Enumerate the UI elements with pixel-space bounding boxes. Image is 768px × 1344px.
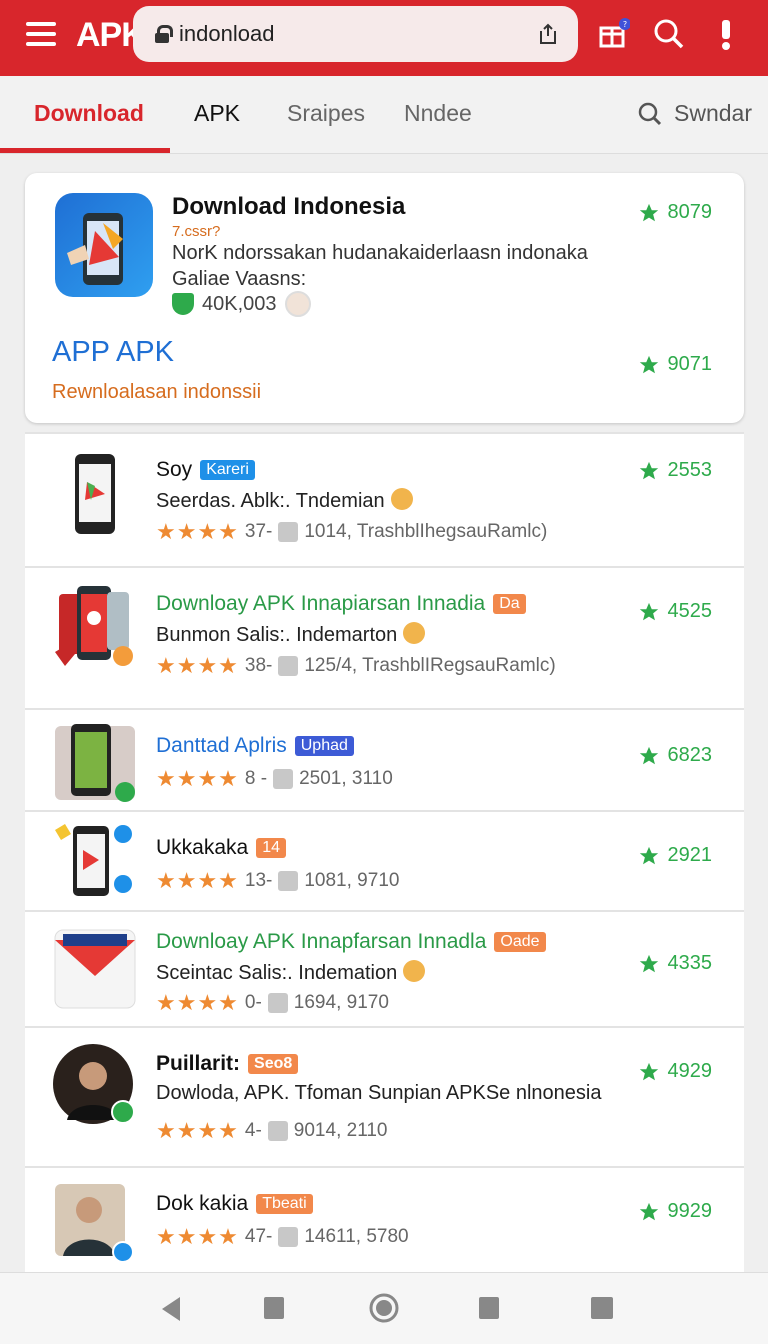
star-icon xyxy=(639,355,658,373)
search-icon[interactable] xyxy=(653,18,685,50)
app-description: Seerdas. Ablk:. Tndemian xyxy=(156,488,413,513)
svg-text:?: ? xyxy=(623,20,627,29)
app-name: Ukkakaka 14 xyxy=(156,836,286,860)
square-icon[interactable] xyxy=(263,1295,285,1321)
section-rating: 9071 xyxy=(638,353,713,376)
app-rating: 2553 xyxy=(638,459,712,482)
home-icon[interactable] xyxy=(369,1293,399,1323)
tab-nndee[interactable]: Nndee xyxy=(404,100,472,127)
app-description: Sceintac Salis:. Indemation xyxy=(156,960,426,985)
section-heading[interactable]: APP APK xyxy=(52,336,174,369)
star-icon xyxy=(639,1062,658,1080)
featured-app-icon xyxy=(55,193,153,297)
tab-apk[interactable]: APK xyxy=(194,100,240,127)
app-name: Danttad Aplris Uphad xyxy=(156,734,354,758)
app-rating: 2921 xyxy=(638,844,712,867)
shield-icon xyxy=(172,293,194,315)
list-item[interactable]: Downloay APK Innapiarsan Innadia Da Bunmo… xyxy=(25,566,744,708)
avatar-icon xyxy=(278,1227,299,1247)
app-name: Soy Kareri xyxy=(156,458,255,482)
featured-app-description: NorK ndorssakan hudanakaiderlaasn indona… xyxy=(172,240,588,292)
app-meta: ★★★★ 13- 1081, 9710 xyxy=(156,868,400,893)
tab-bar: Download APK Sraipes Nndee Swndar xyxy=(0,76,768,154)
share-icon[interactable] xyxy=(536,22,560,46)
featured-rating-value: 8079 xyxy=(667,201,713,223)
tab-search[interactable]: Swndar xyxy=(638,100,752,127)
app-meta: ★★★★ 37- 1014, TrashblIhegsauRamlc) xyxy=(156,519,548,544)
alert-icon[interactable] xyxy=(710,18,742,50)
app-meta: ★★★★ 4- 9014, 2110 xyxy=(156,1118,388,1143)
featured-app-subtitle: 7.cssr? xyxy=(172,223,221,240)
app-description: Bunmon Salis:. Indemarton xyxy=(156,622,426,647)
featured-downloads: 40K,003 xyxy=(202,292,277,315)
menu-icon[interactable] xyxy=(26,22,56,46)
app-header: APK indonload ? xyxy=(0,0,768,76)
app-meta: ★★★★ 8 -2501, 3110 xyxy=(156,766,393,791)
phone-app-icon xyxy=(55,824,132,896)
app-description: Dowloda, APK. Tfoman Sunpian APKSe nlnon… xyxy=(156,1082,602,1104)
star-icon xyxy=(639,203,658,221)
featured-description-line-1: NorK ndorssakan hudanakaiderlaasn indona… xyxy=(172,242,588,264)
featured-app-title: Download Indonesia xyxy=(172,193,406,220)
app-list: Soy Kareri Seerdas. Ablk:. Tndemian ★★★★ 3… xyxy=(25,432,744,1272)
back-icon[interactable] xyxy=(160,1295,182,1323)
featured-rating: 8079 xyxy=(638,201,713,224)
avatar xyxy=(284,291,311,317)
search-icon xyxy=(638,102,662,125)
gift-icon[interactable]: ? xyxy=(598,18,630,50)
star-icon xyxy=(639,746,658,764)
list-item[interactable]: Dok kakia Tbeati ★★★★ 47- 14611, 5780 9929 xyxy=(25,1166,744,1272)
app-rating: 9929 xyxy=(638,1200,712,1223)
star-icon xyxy=(639,1202,658,1220)
list-item[interactable]: Puillarit: Seo8 Dowloda, APK. Tfoman Sunp… xyxy=(25,1026,744,1166)
section-rating-value: 9071 xyxy=(667,353,713,375)
avatar xyxy=(55,1184,134,1263)
featured-app-meta: 40K,003 xyxy=(172,291,311,317)
list-item[interactable]: Downloay APK Innapfarsan Innadla Oade Sce… xyxy=(25,910,744,1026)
app-meta: ★★★★ 38- 125/4, TrashblIRegsauRamlc) xyxy=(156,653,556,678)
list-item[interactable]: Ukkakaka 14 ★★★★ 13- 1081, 9710 2921 xyxy=(25,810,744,910)
app-name: Downloay APK Innapfarsan Innadla Oade xyxy=(156,930,546,954)
section-link[interactable]: Rewnloalasan indonssii xyxy=(52,381,261,404)
check-icon xyxy=(267,1121,288,1141)
phone-app-icon xyxy=(75,454,115,534)
avatar-icon xyxy=(273,769,294,789)
app-rating: 4929 xyxy=(638,1060,712,1083)
url-text: indonload xyxy=(179,21,275,46)
tablet-icon xyxy=(278,522,299,542)
recents-icon[interactable] xyxy=(478,1295,500,1321)
featured-app-card[interactable]: Download Indonesia 7.cssr? NorK ndorssak… xyxy=(25,173,744,423)
app-meta: ★★★★ 0- 1694, 9170 xyxy=(156,990,389,1015)
app-rating: 4335 xyxy=(638,952,712,975)
app-meta: ★★★★ 47- 14611, 5780 xyxy=(156,1224,409,1249)
app-name: Puillarit: Seo8 xyxy=(156,1052,299,1076)
url-bar[interactable]: indonload xyxy=(133,6,578,62)
star-icon xyxy=(639,602,658,620)
avatar-icon xyxy=(278,656,299,676)
avatar xyxy=(53,1044,135,1124)
app-name: Dok kakia Tbeati xyxy=(156,1192,313,1216)
featured-description-line-2: Galiae Vaasns: xyxy=(172,268,307,290)
tab-search-label: Swndar xyxy=(674,100,752,126)
avatar-icon xyxy=(278,871,299,891)
app-rating: 4525 xyxy=(638,600,712,623)
phone-app-icon xyxy=(55,724,135,802)
list-item[interactable]: Danttad Aplris Uphad ★★★★ 8 -2501, 3110 68… xyxy=(25,708,744,810)
active-tab-indicator xyxy=(0,148,170,153)
lock-icon xyxy=(155,25,173,43)
list-item[interactable]: Soy Kareri Seerdas. Ablk:. Tndemian ★★★★ 3… xyxy=(25,432,744,566)
star-icon xyxy=(639,954,658,972)
mail-app-icon xyxy=(54,929,136,1009)
star-icon xyxy=(639,461,658,479)
system-nav-bar xyxy=(0,1272,768,1344)
star-icon xyxy=(639,846,658,864)
app-rating: 6823 xyxy=(638,744,712,767)
phone-app-icon xyxy=(55,586,133,666)
tab-sraipes[interactable]: Sraipes xyxy=(287,100,365,127)
avatar-icon xyxy=(267,993,288,1013)
apps-icon[interactable] xyxy=(590,1295,614,1321)
app-name: Downloay APK Innapiarsan Innadia Da xyxy=(156,592,526,616)
tab-download[interactable]: Download xyxy=(34,100,144,127)
